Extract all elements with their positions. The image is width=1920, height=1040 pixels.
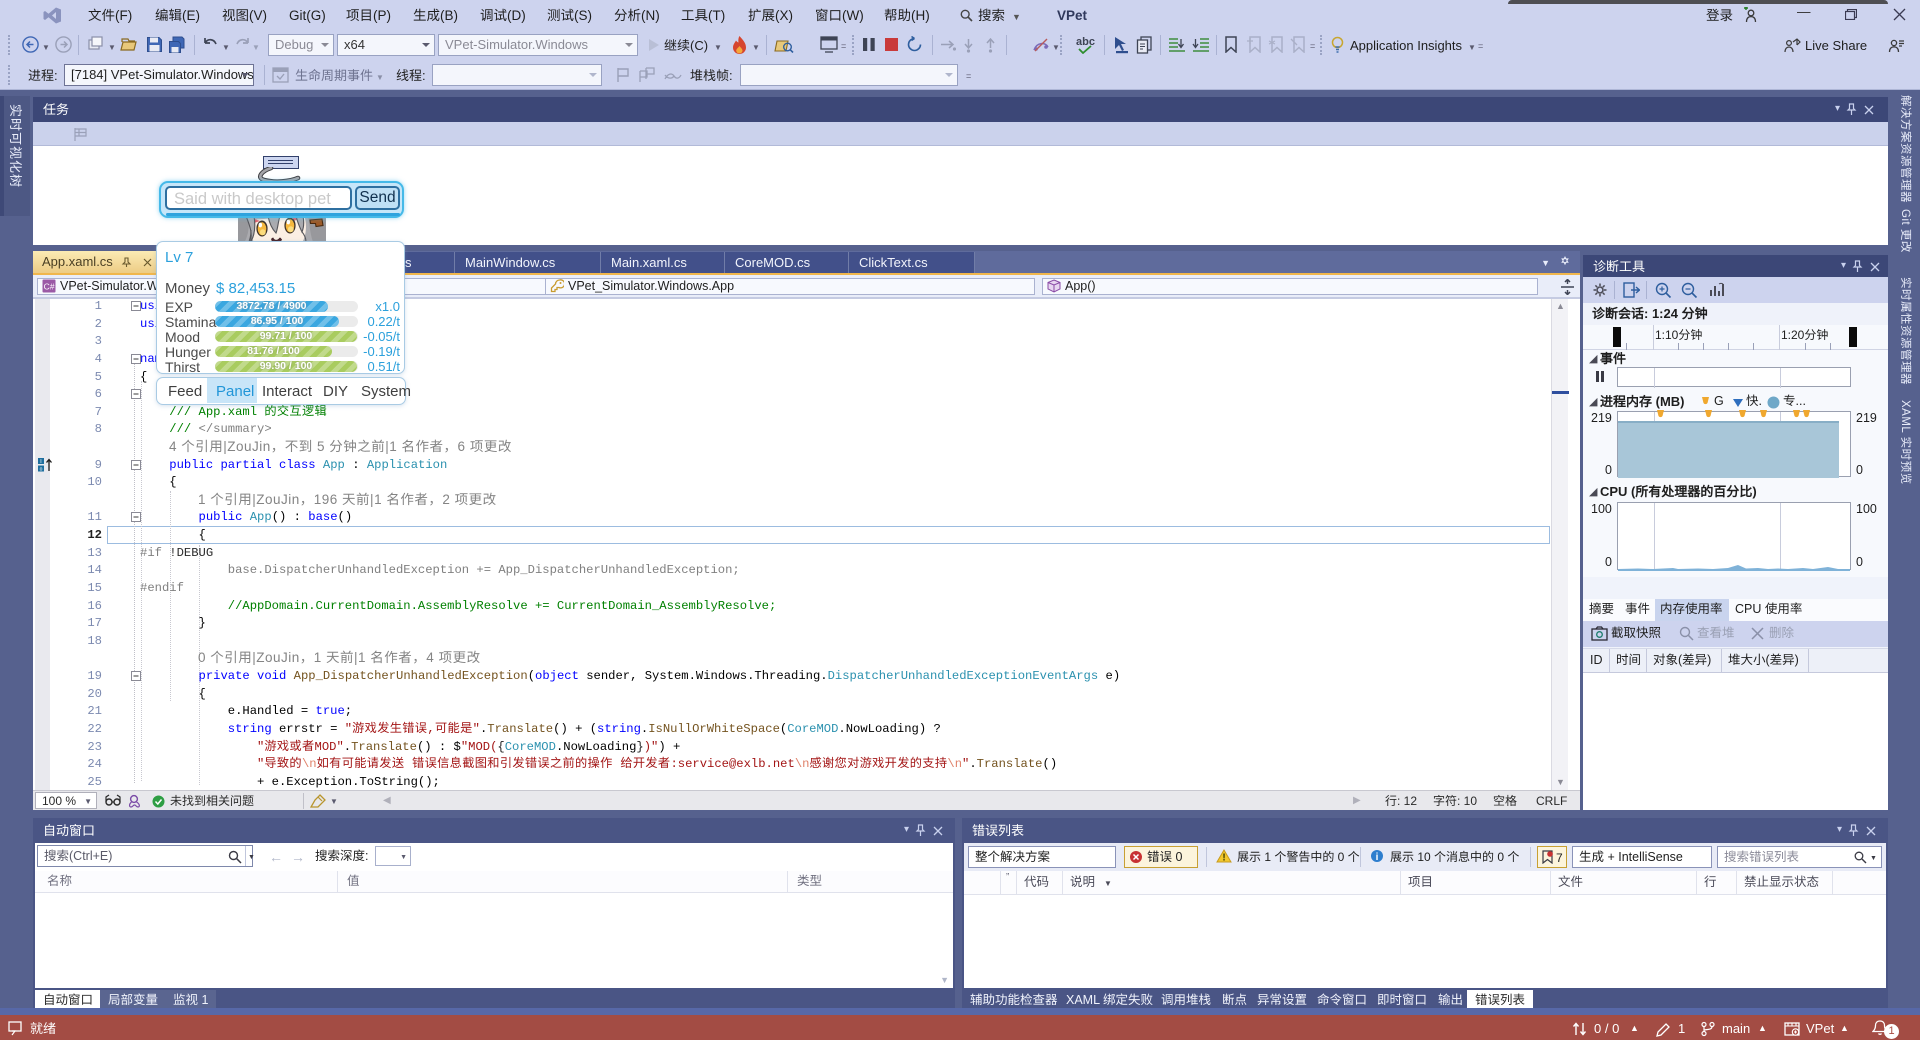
svg-text:o: o	[40, 466, 43, 472]
svg-text:C#: C#	[44, 282, 55, 292]
svg-text:I: I	[40, 459, 41, 465]
svg-text:i: i	[1376, 852, 1379, 863]
svg-text:!: !	[1222, 853, 1225, 864]
